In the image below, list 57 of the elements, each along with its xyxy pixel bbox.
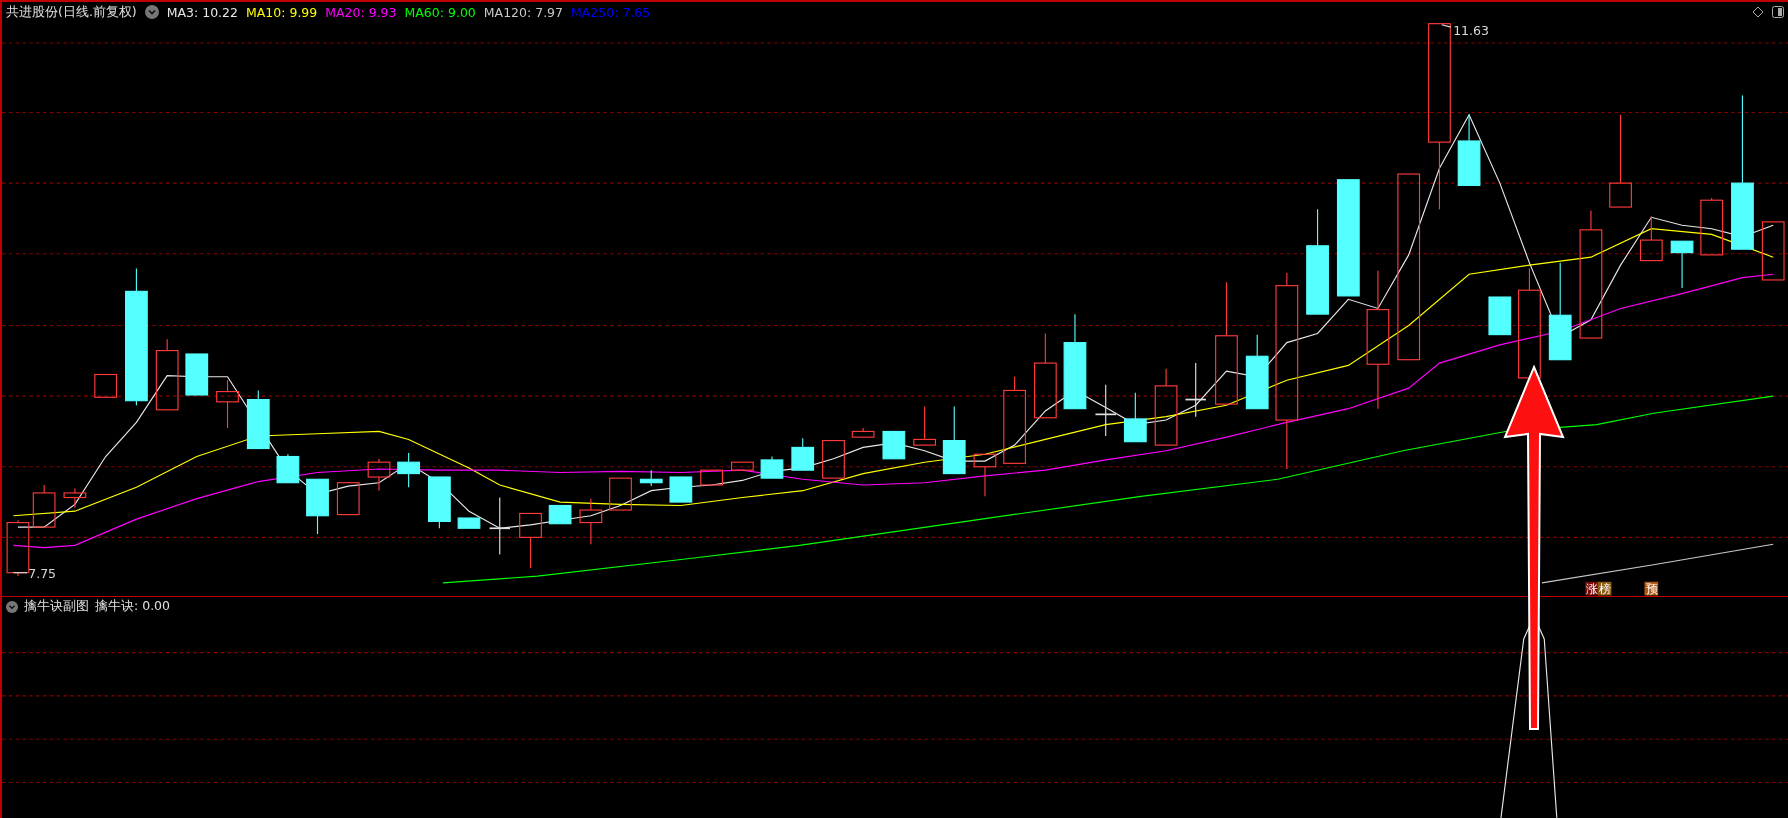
candlestick — [185, 353, 209, 396]
candlestick — [488, 496, 511, 556]
moving-average-value: MA10: 9.99 — [246, 4, 318, 20]
moving-average-value: MA3: 10.22 — [166, 4, 238, 20]
candlestick — [913, 405, 936, 446]
dropdown-icon[interactable] — [6, 600, 18, 613]
candlestick — [760, 455, 784, 479]
candlestick — [973, 453, 997, 497]
signal-tag: 预 — [1644, 581, 1659, 596]
candlestick — [1488, 296, 1512, 336]
candlestick — [669, 476, 693, 503]
candlestick — [1123, 392, 1147, 443]
candlestick — [519, 512, 542, 569]
candlestick — [791, 437, 815, 471]
candlestick — [548, 504, 572, 525]
low-price-label: 7.75 — [12, 566, 57, 582]
candlestick — [397, 452, 420, 488]
candlestick — [579, 498, 603, 545]
candlestick — [1184, 362, 1207, 418]
dropdown-icon[interactable] — [144, 5, 159, 19]
candlestick — [276, 453, 300, 484]
candlestick — [1639, 215, 1663, 262]
candlestick — [822, 440, 845, 479]
candlestick — [63, 487, 87, 509]
candlestick — [639, 469, 663, 487]
moving-average-value: MA120: 7.97 — [483, 4, 563, 20]
candlestick — [1670, 240, 1694, 289]
candlestick — [246, 389, 270, 450]
candlestick — [1457, 114, 1481, 186]
candlestick — [851, 427, 875, 438]
candlestick — [32, 484, 56, 528]
candlestick — [1700, 197, 1724, 256]
signal-tag: 涨 — [1585, 581, 1599, 596]
moving-average-value: MA250: 7.65 — [571, 4, 651, 20]
candlestick — [942, 405, 966, 475]
moving-average-value: MA20: 9.93 — [325, 4, 397, 20]
candlestick — [609, 477, 632, 511]
candlestick — [1094, 384, 1117, 437]
chart-title: 共进股份(日线.前复权) — [6, 3, 137, 21]
high-price-label: 11.63 — [1441, 23, 1489, 39]
candlestick — [730, 461, 754, 471]
candlestick — [94, 373, 118, 398]
candlestick — [367, 458, 391, 492]
candlestick — [336, 482, 360, 516]
candlestick — [700, 469, 723, 486]
candlestick — [216, 379, 239, 429]
candlestick — [428, 476, 451, 529]
candlestick — [882, 430, 906, 460]
diamond-icon[interactable] — [1752, 6, 1764, 18]
candlestick — [306, 478, 329, 535]
candlestick — [457, 517, 481, 529]
panel-toggle-icon[interactable] — [1772, 6, 1784, 18]
moving-average-value: MA60: 9.00 — [404, 4, 476, 20]
candlestick — [6, 519, 30, 577]
indicator-value: 擒牛诀: 0.00 — [95, 598, 171, 615]
candlestick — [1761, 221, 1785, 281]
sub-panel-title: 擒牛诀副图 — [24, 598, 89, 615]
